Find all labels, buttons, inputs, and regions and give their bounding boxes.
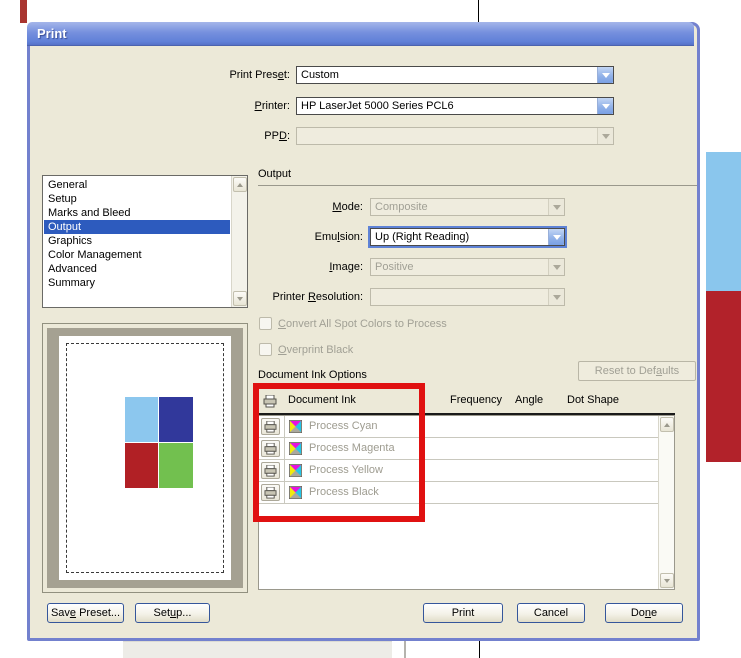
emulsion-value: Up (Right Reading) <box>375 231 469 243</box>
chevron-down-icon[interactable] <box>548 229 564 245</box>
printer-select[interactable]: HP LaserJet 5000 Series PCL6 <box>296 97 614 115</box>
chevron-down-icon <box>548 199 564 215</box>
scroll-up-icon[interactable] <box>233 177 247 192</box>
sections-list: General Setup Marks and Bleed Output Gra… <box>42 175 248 308</box>
ink-options-title: Document Ink Options <box>258 369 367 381</box>
chevron-down-icon[interactable] <box>597 67 613 83</box>
overprint-black-label: Overprint Black <box>278 344 353 356</box>
column-angle: Angle <box>515 394 543 406</box>
chevron-down-icon <box>548 289 564 305</box>
done-button[interactable]: Done <box>605 603 683 623</box>
document-red-rectangle <box>706 291 741 462</box>
document-red-sliver <box>20 0 27 23</box>
emulsion-select[interactable]: Up (Right Reading) <box>370 228 565 246</box>
sidebar-item-marks-and-bleed[interactable]: Marks and Bleed <box>44 206 230 220</box>
convert-spot-colors-checkbox <box>259 317 272 330</box>
column-frequency: Frequency <box>450 394 502 406</box>
swatch-dark-blue <box>159 397 193 442</box>
mode-select: Composite <box>370 198 565 216</box>
scroll-up-icon[interactable] <box>660 417 674 432</box>
preview-artwork <box>125 397 193 489</box>
printer-value: HP LaserJet 5000 Series PCL6 <box>301 100 454 112</box>
screen: Print Print Preset: Custom Printer: HP L… <box>0 0 741 658</box>
print-preset-value: Custom <box>301 69 339 81</box>
chevron-down-icon[interactable] <box>597 98 613 114</box>
print-dialog: Print Print Preset: Custom Printer: HP L… <box>27 22 700 641</box>
print-preset-label: Print Preset: <box>30 68 290 82</box>
column-dot-shape: Dot Shape <box>567 394 619 406</box>
save-preset-button[interactable]: Save Preset... <box>47 603 124 623</box>
print-button[interactable]: Print <box>423 603 503 623</box>
preview-page <box>59 336 231 580</box>
dialog-titlebar[interactable]: Print <box>27 22 694 46</box>
printer-resolution-label: Printer Resolution: <box>248 290 363 304</box>
swatch-light-blue <box>125 397 158 442</box>
sidebar-item-color-management[interactable]: Color Management <box>44 248 230 262</box>
image-select: Positive <box>370 258 565 276</box>
sidebar-item-general[interactable]: General <box>44 178 230 192</box>
scroll-down-icon[interactable] <box>660 573 674 588</box>
ppd-select <box>296 127 614 145</box>
output-section-title: Output <box>258 168 291 180</box>
document-page-edge-line <box>404 641 406 658</box>
annotation-highlight-rectangle <box>253 383 425 522</box>
image-label: Image: <box>258 260 363 274</box>
sidebar-item-advanced[interactable]: Advanced <box>44 262 230 276</box>
swatch-green <box>159 443 193 488</box>
printer-label: Printer: <box>30 99 290 113</box>
document-guide-line-top <box>478 0 479 23</box>
output-section-rule <box>258 185 697 186</box>
swatch-red <box>125 443 158 488</box>
reset-to-defaults-button: Reset to Defaults <box>578 361 696 381</box>
scroll-down-icon[interactable] <box>233 291 247 306</box>
chevron-down-icon <box>597 128 613 144</box>
ink-table-scrollbar[interactable] <box>658 416 674 589</box>
document-guide-line-bottom <box>479 641 480 658</box>
sidebar-item-setup[interactable]: Setup <box>44 192 230 206</box>
print-preset-select[interactable]: Custom <box>296 66 614 84</box>
preview-frame <box>47 328 243 588</box>
sidebar-item-graphics[interactable]: Graphics <box>44 234 230 248</box>
document-blue-rectangle <box>706 152 741 291</box>
printer-resolution-select <box>370 288 565 306</box>
sidebar-item-output[interactable]: Output <box>44 220 230 234</box>
sidebar-item-summary[interactable]: Summary <box>44 276 230 290</box>
setup-button[interactable]: Setup... <box>135 603 210 623</box>
cancel-button[interactable]: Cancel <box>517 603 585 623</box>
page-preview <box>42 323 248 593</box>
sections-scrollbar[interactable] <box>231 176 247 307</box>
ppd-label: PPD: <box>30 129 290 143</box>
image-value: Positive <box>375 261 414 273</box>
emulsion-label: Emulsion: <box>258 230 363 244</box>
mode-value: Composite <box>375 201 428 213</box>
convert-spot-colors-label: Convert All Spot Colors to Process <box>278 318 447 330</box>
mode-label: Mode: <box>258 200 363 214</box>
dialog-title: Print <box>37 26 67 41</box>
chevron-down-icon <box>548 259 564 275</box>
overprint-black-checkbox <box>259 343 272 356</box>
document-pasteboard-strip <box>123 641 392 658</box>
